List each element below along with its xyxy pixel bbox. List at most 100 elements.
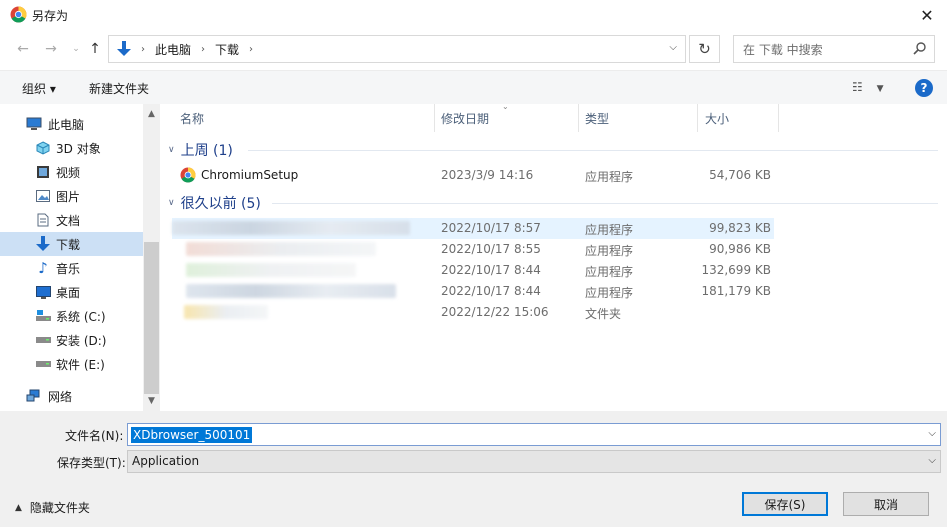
address-bar[interactable]: › 此电脑 › 下载 › ⌵ — [108, 35, 686, 63]
arrow-right-icon: → — [45, 41, 57, 57]
file-date: 2022/10/17 8:55 — [441, 242, 541, 256]
file-row[interactable]: 2022/10/17 8:55 应用程序 90,986 KB — [172, 239, 774, 260]
column-divider[interactable] — [578, 104, 579, 132]
breadcrumb-downloads[interactable]: 下载 — [215, 41, 239, 58]
column-divider[interactable] — [697, 104, 698, 132]
search-input[interactable]: 在 下载 中搜索 — [733, 35, 935, 63]
file-size: 90,986 KB — [709, 242, 771, 256]
nav-item-3d-objects[interactable]: 3D 对象 — [0, 136, 143, 160]
filetype-select[interactable]: Application ⌵ — [127, 450, 941, 473]
nav-item-label: 文档 — [56, 213, 81, 228]
back-button[interactable]: ← — [14, 40, 32, 58]
filename-label: 文件名(N): — [65, 429, 124, 443]
arrow-left-icon: ← — [17, 41, 29, 57]
nav-item-pictures[interactable]: 图片 — [0, 184, 143, 208]
nav-item-downloads[interactable]: 下载 — [0, 232, 143, 256]
cancel-button[interactable]: 取消 — [843, 492, 929, 516]
chevron-right-icon: › — [201, 43, 206, 55]
column-header-label: 修改日期 — [441, 111, 490, 126]
close-icon: ✕ — [920, 5, 934, 25]
nav-item-label: 视频 — [56, 165, 81, 180]
file-size: 132,699 KB — [701, 263, 771, 277]
filename-input[interactable]: XDbrowser_500101 ⌵ — [127, 423, 941, 446]
group-header-last-week[interactable]: ∨ 上周 (1) — [168, 140, 947, 160]
view-options-button[interactable]: ☷ ▼ — [852, 80, 884, 94]
forward-button[interactable]: → — [42, 40, 60, 58]
nav-scrollbar[interactable]: ▲ ▼ — [143, 104, 160, 411]
3d-objects-icon — [35, 140, 51, 156]
file-date: 2022/10/17 8:57 — [441, 221, 541, 235]
window-title: 另存为 — [32, 9, 69, 23]
chevron-down-icon: ∨ — [168, 198, 175, 208]
chevron-down-icon: ⌵ — [928, 455, 936, 466]
refresh-button[interactable]: ↻ — [689, 35, 720, 63]
close-button[interactable]: ✕ — [907, 0, 947, 30]
drive-icon — [35, 332, 51, 348]
pictures-icon — [35, 188, 51, 204]
scroll-up-arrow[interactable]: ▲ — [143, 106, 160, 122]
filetype-label: 保存类型(T): — [57, 456, 126, 470]
nav-item-drive-e[interactable]: 软件 (E:) — [0, 352, 143, 376]
chevron-down-icon: ⌄ — [72, 44, 80, 54]
nav-item-videos[interactable]: 视频 — [0, 160, 143, 184]
column-divider[interactable] — [434, 104, 435, 132]
file-type: 应用程序 — [585, 170, 634, 184]
file-type: 文件夹 — [585, 307, 622, 321]
file-name: ChromiumSetup — [201, 168, 299, 182]
recent-locations-button[interactable]: ⌄ — [67, 40, 85, 58]
breadcrumb-this-pc[interactable]: 此电脑 — [155, 41, 191, 58]
scroll-down-arrow[interactable]: ▼ — [143, 393, 160, 409]
nav-item-drive-d[interactable]: 安装 (D:) — [0, 328, 143, 352]
column-header-name[interactable]: 名称 — [180, 104, 434, 132]
nav-item-network[interactable]: 网络 — [0, 384, 143, 408]
redacted-file-name — [186, 242, 376, 256]
file-row[interactable]: ChromiumSetup 2023/3/9 14:16 应用程序 54,706… — [172, 165, 774, 186]
documents-icon — [35, 212, 51, 228]
group-divider — [248, 150, 938, 151]
nav-item-documents[interactable]: 文档 — [0, 208, 143, 232]
download-icon — [35, 236, 51, 252]
group-divider — [272, 203, 938, 204]
nav-item-label: 安装 (D:) — [56, 333, 107, 348]
scroll-thumb[interactable] — [144, 242, 159, 394]
column-divider[interactable] — [778, 104, 779, 132]
group-header-long-ago[interactable]: ∨ 很久以前 (5) — [168, 193, 947, 213]
chrome-icon — [10, 6, 27, 23]
column-header-size[interactable]: 大小 — [705, 104, 778, 132]
organize-button[interactable]: 组织 ▾ — [22, 80, 56, 97]
file-date: 2022/10/17 8:44 — [441, 284, 541, 298]
file-row[interactable]: 2022/10/17 8:44 应用程序 181,179 KB — [172, 281, 774, 302]
video-icon — [35, 164, 51, 180]
details-view-icon: ☷ — [852, 80, 863, 94]
column-header-label: 大小 — [705, 111, 730, 126]
nav-item-drive-c[interactable]: 系统 (C:) — [0, 304, 143, 328]
new-folder-button[interactable]: 新建文件夹 — [89, 80, 149, 97]
hide-folders-toggle[interactable]: ▲ 隐藏文件夹 — [15, 499, 90, 516]
chevron-down-icon[interactable]: ⌵ — [669, 42, 677, 53]
file-row[interactable]: 2022/12/22 15:06 文件夹 — [172, 302, 774, 323]
nav-item-desktop[interactable]: 桌面 — [0, 280, 143, 304]
column-header-type[interactable]: 类型 — [585, 104, 697, 132]
chevron-right-icon: › — [141, 43, 145, 55]
nav-item-music[interactable]: ♪ 音乐 — [0, 256, 143, 280]
nav-item-label: 图片 — [56, 189, 81, 204]
help-button[interactable]: ? — [915, 79, 933, 97]
file-date: 2022/10/17 8:44 — [441, 263, 541, 277]
nav-item-label: 网络 — [48, 389, 73, 404]
nav-item-this-pc[interactable]: 此电脑 — [0, 112, 143, 136]
file-row[interactable]: 2022/10/17 8:44 应用程序 132,699 KB — [172, 260, 774, 281]
column-header-label: 名称 — [180, 111, 205, 126]
network-icon — [26, 388, 42, 404]
file-row[interactable]: 2022/10/17 8:57 应用程序 99,823 KB — [172, 218, 774, 239]
chevron-down-icon: ▼ — [876, 84, 884, 94]
chevron-down-icon: ∨ — [168, 145, 175, 155]
redacted-file-name — [184, 305, 268, 319]
column-header-date[interactable]: 修改日期 — [441, 104, 578, 132]
drive-icon — [35, 356, 51, 372]
download-icon — [113, 41, 135, 57]
chevron-down-icon[interactable]: ⌵ — [928, 428, 936, 439]
address-row: ← → ⌄ ↑ › 此电脑 › 下载 › ⌵ ↻ 在 下载 中搜索 — [0, 32, 947, 66]
up-button[interactable]: ↑ — [86, 40, 104, 58]
save-button[interactable]: 保存(S) — [742, 492, 828, 516]
refresh-icon: ↻ — [698, 40, 711, 58]
